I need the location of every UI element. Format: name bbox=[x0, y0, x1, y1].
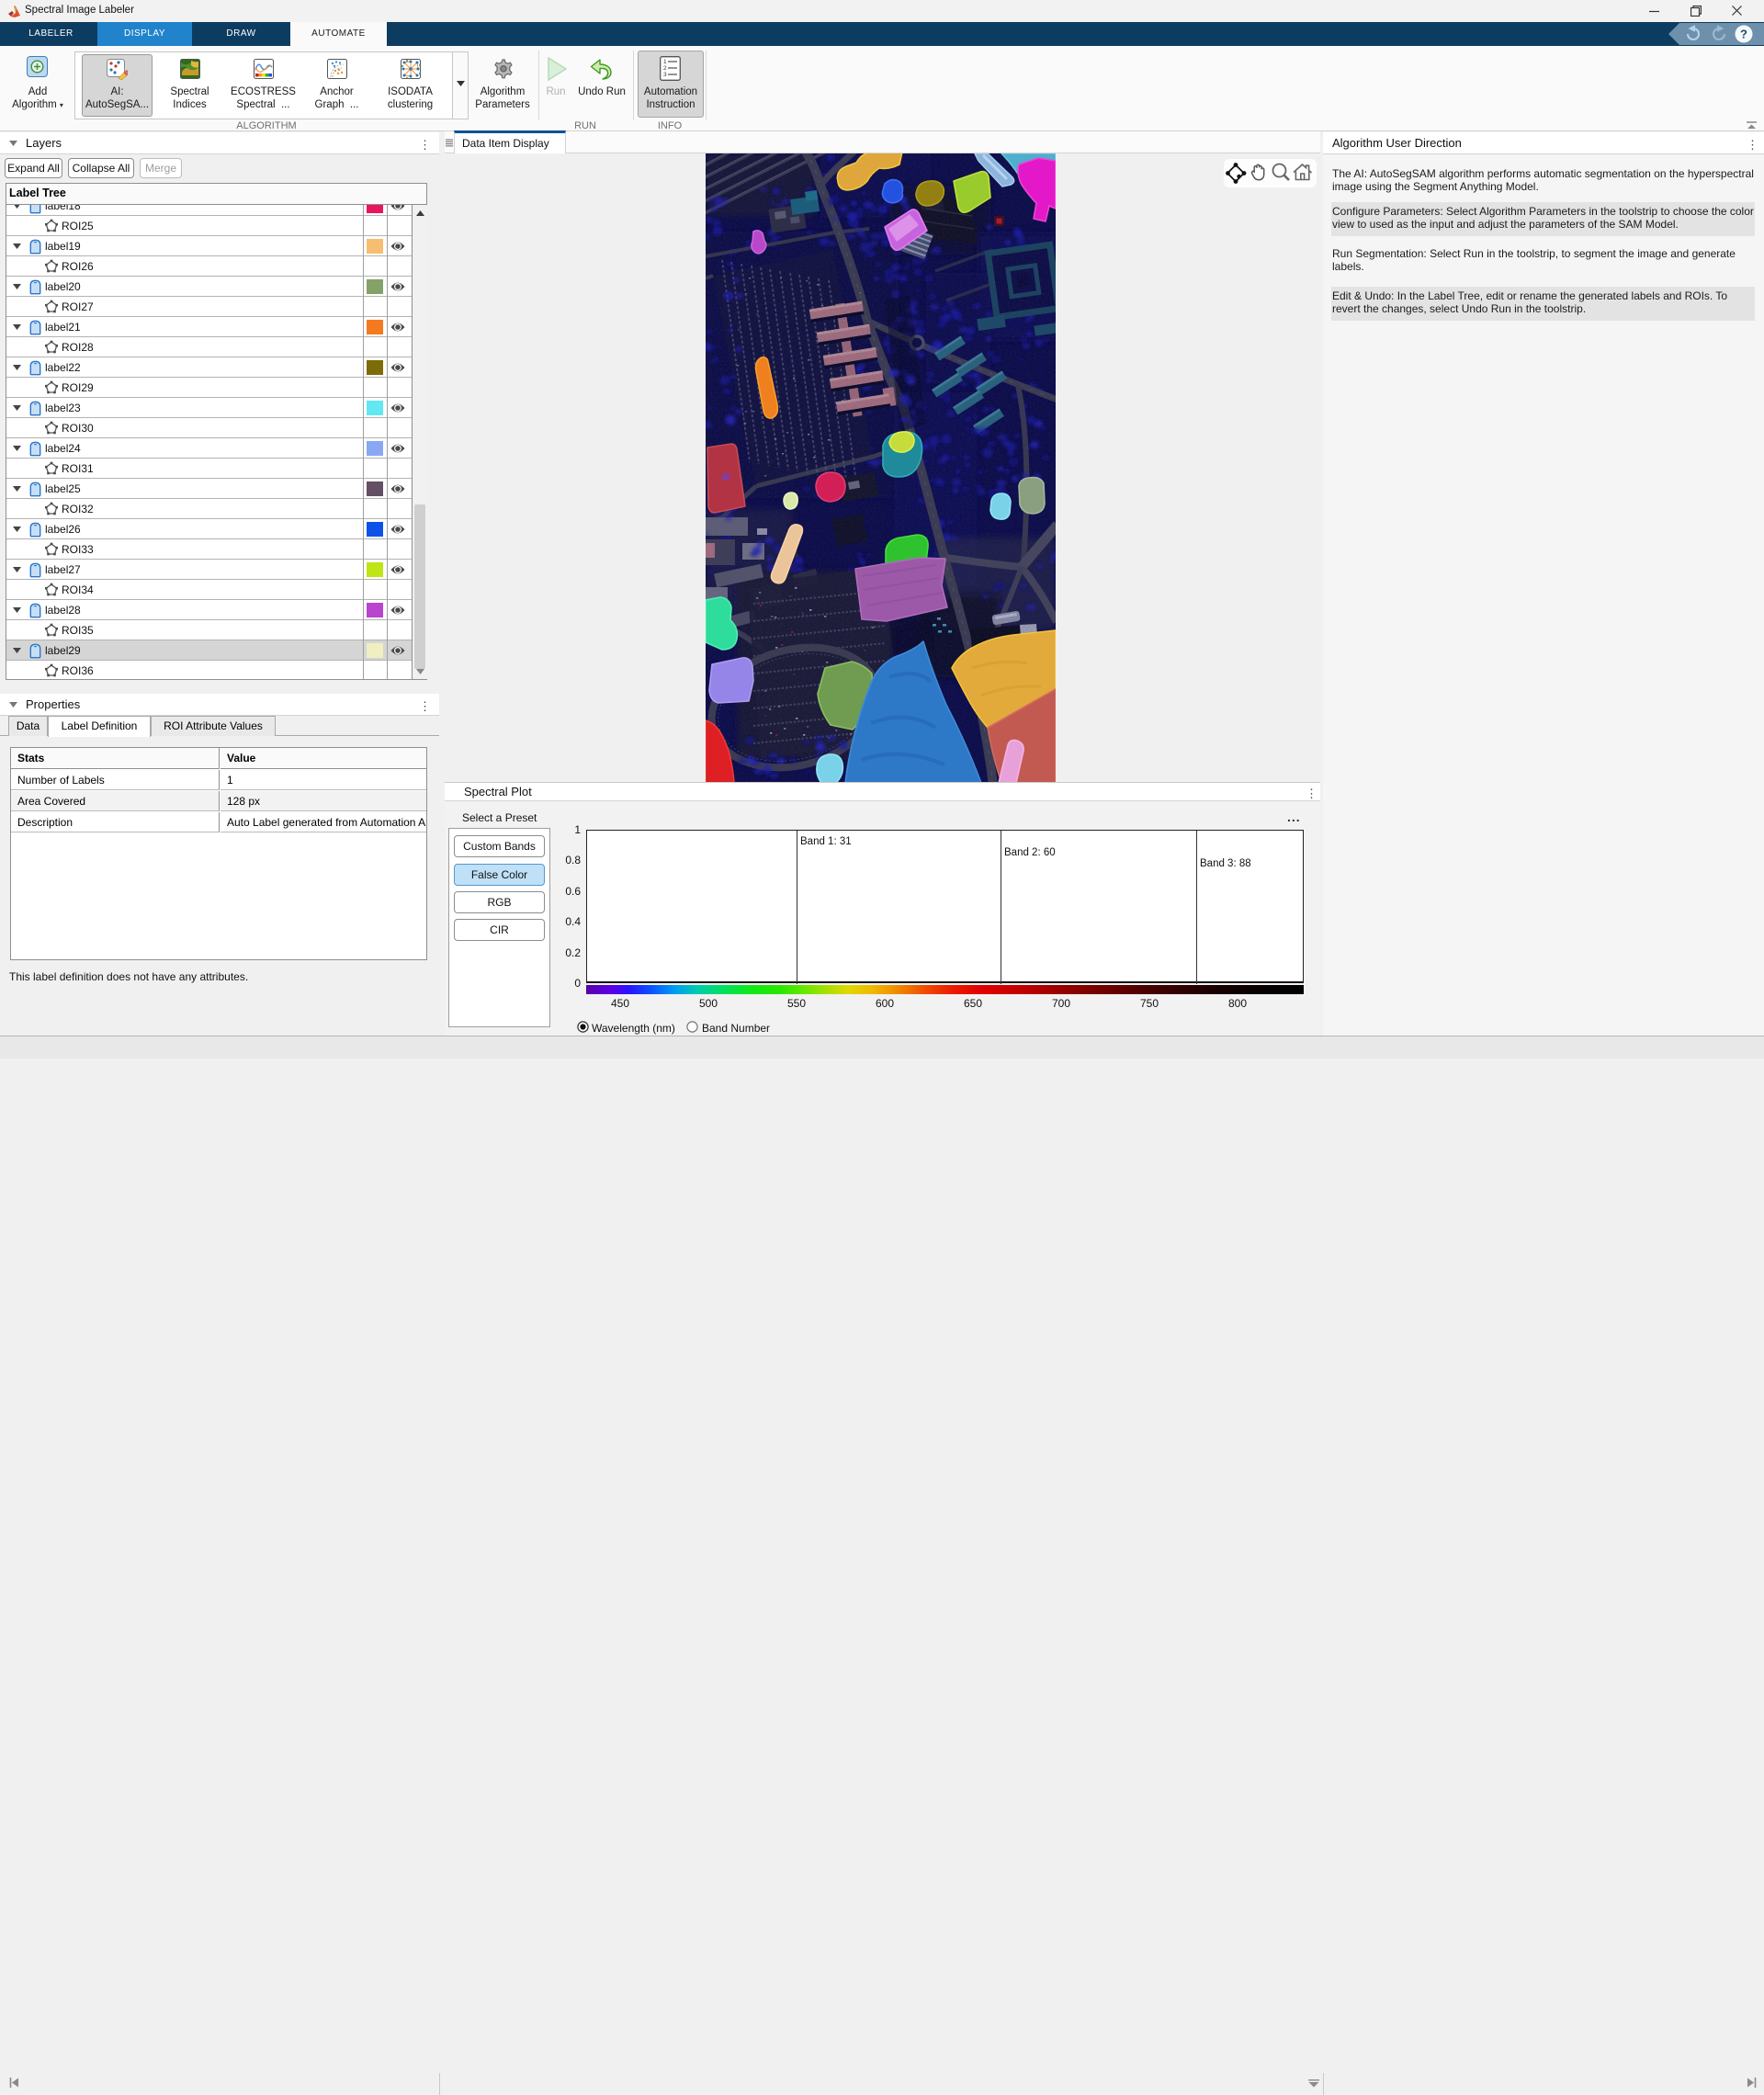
svg-text:?: ? bbox=[1740, 28, 1747, 41]
svg-text:1: 1 bbox=[663, 59, 667, 65]
svg-text:2: 2 bbox=[663, 65, 667, 72]
svg-text:3: 3 bbox=[663, 72, 667, 78]
